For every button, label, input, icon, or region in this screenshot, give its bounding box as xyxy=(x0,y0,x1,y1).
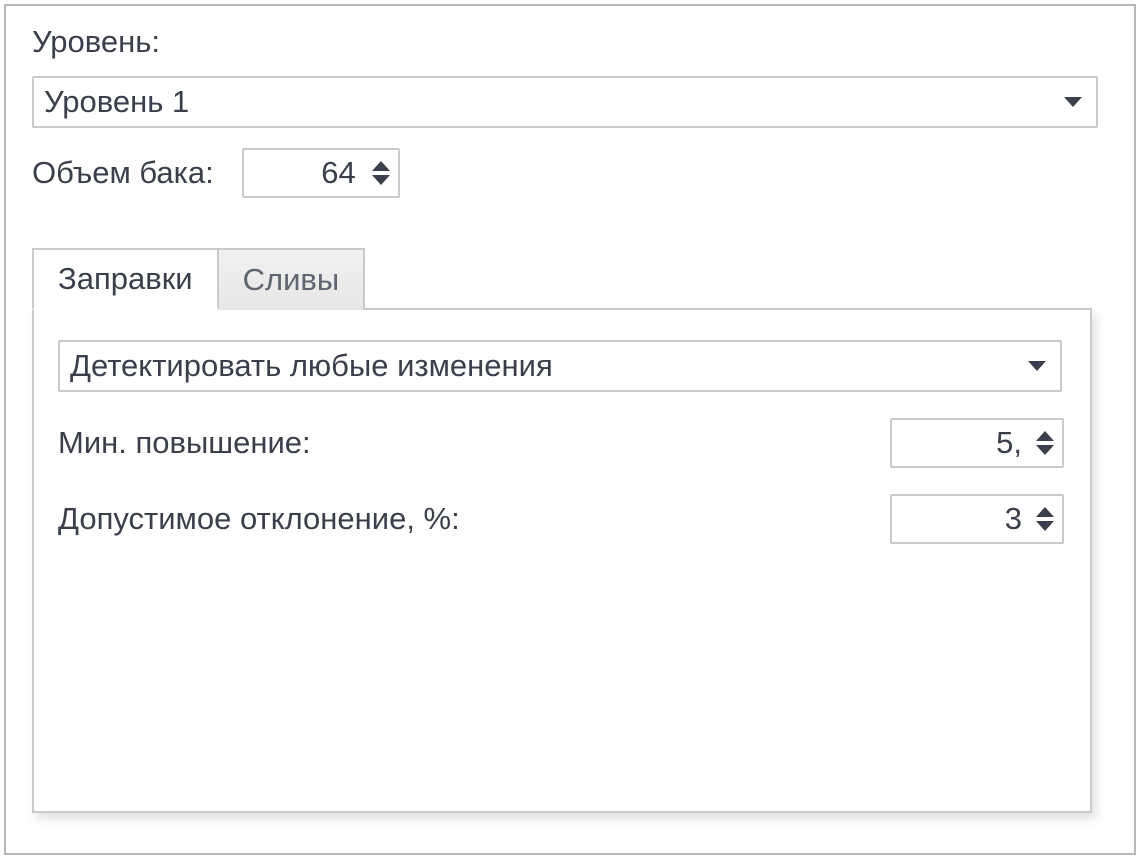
settings-panel: Уровень: Уровень 1 Объем бака: 64 Заправ… xyxy=(4,4,1136,855)
arrow-down-icon[interactable] xyxy=(1036,521,1054,531)
tank-volume-arrows xyxy=(368,150,398,196)
arrow-up-icon[interactable] xyxy=(1036,431,1054,441)
tab-drains-label: Сливы xyxy=(243,262,340,298)
min-increase-stepper[interactable]: 5, xyxy=(890,418,1064,468)
level-select-value: Уровень 1 xyxy=(44,84,189,120)
detection-mode-select[interactable]: Детектировать любые изменения xyxy=(58,340,1062,392)
tolerance-label: Допустимое отклонение, %: xyxy=(58,501,460,537)
tank-volume-stepper[interactable]: 64 xyxy=(242,148,400,198)
tolerance-value: 3 xyxy=(892,496,1032,542)
tab-drains[interactable]: Сливы xyxy=(219,248,366,310)
tolerance-row: Допустимое отклонение, %: 3 xyxy=(58,494,1064,544)
tank-volume-label: Объем бака: xyxy=(32,155,214,191)
chevron-down-icon xyxy=(1028,361,1046,371)
min-increase-value: 5, xyxy=(892,420,1032,466)
tolerance-stepper[interactable]: 3 xyxy=(890,494,1064,544)
tank-volume-value: 64 xyxy=(244,150,368,196)
arrow-up-icon[interactable] xyxy=(372,161,390,171)
tolerance-arrows xyxy=(1032,496,1062,542)
arrow-down-icon[interactable] xyxy=(1036,445,1054,455)
level-label: Уровень: xyxy=(32,24,1108,60)
arrow-up-icon[interactable] xyxy=(1036,507,1054,517)
tab-body-refills: Детектировать любые изменения Мин. повыш… xyxy=(32,308,1092,813)
detection-mode-value: Детектировать любые изменения xyxy=(70,348,553,384)
tank-volume-row: Объем бака: 64 xyxy=(32,148,1108,198)
chevron-down-icon xyxy=(1064,97,1082,107)
min-increase-label: Мин. повышение: xyxy=(58,425,311,461)
tab-control: Заправки Сливы Детектировать любые измен… xyxy=(32,246,1108,813)
min-increase-row: Мин. повышение: 5, xyxy=(58,418,1064,468)
min-increase-arrows xyxy=(1032,420,1062,466)
tab-refills-label: Заправки xyxy=(58,261,193,297)
arrow-down-icon[interactable] xyxy=(372,175,390,185)
tab-strip: Заправки Сливы xyxy=(32,246,1108,308)
level-select[interactable]: Уровень 1 xyxy=(32,76,1098,128)
tab-refills[interactable]: Заправки xyxy=(32,248,219,310)
